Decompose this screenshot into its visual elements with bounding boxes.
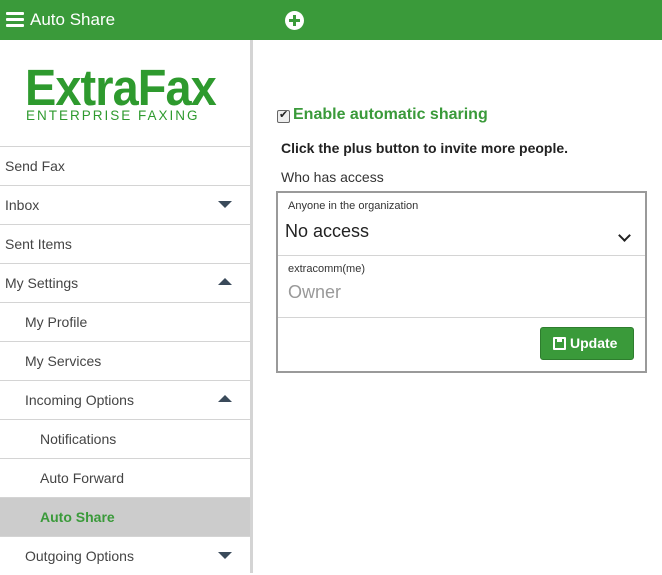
save-icon [553,337,566,350]
access-panel: Anyone in the organization No access ext… [276,191,647,373]
sidebar-item-auto-forward[interactable]: Auto Forward [0,458,250,497]
sidebar-item-outgoing-options[interactable]: Outgoing Options [0,536,250,575]
instructions-text: Click the plus button to invite more peo… [281,140,569,156]
access-row-value: No access [285,221,370,241]
sidebar-item-label: Incoming Options [25,392,134,408]
sidebar-item-my-settings[interactable]: My Settings [0,263,250,302]
sidebar-item-incoming-options[interactable]: Incoming Options [0,380,250,419]
sidebar: ExtraFax ENTERPRISE FAXING Send Fax Inbo… [0,40,253,573]
caret-down-icon[interactable] [218,201,232,208]
top-bar: Auto Share [0,0,662,40]
sidebar-item-label: Auto Forward [40,470,125,486]
enable-sharing-checkbox[interactable] [277,108,290,123]
sidebar-item-label: Send Fax [5,158,65,174]
sidebar-item-my-profile[interactable]: My Profile [0,302,250,341]
sidebar-item-label: Auto Share [40,509,115,525]
sidebar-item-label: Inbox [5,197,40,213]
enable-sharing-label[interactable]: Enable automatic sharing [293,106,488,124]
caret-down-icon[interactable] [218,552,232,559]
sidebar-item-label: My Services [25,353,102,369]
sidebar-item-notifications[interactable]: Notifications [0,419,250,458]
access-row-label: extracomm(me) [288,263,366,275]
caret-up-icon[interactable] [218,395,232,402]
sidebar-item-label: My Settings [5,275,79,291]
who-has-access-label: Who has access [281,169,384,185]
chevron-down-icon[interactable] [618,229,631,242]
caret-up-icon[interactable] [218,278,232,285]
update-button-label: Update [570,335,618,351]
logo-tagline: ENTERPRISE FAXING [26,108,200,123]
sidebar-item-sent-items[interactable]: Sent Items [0,224,250,263]
plus-circle-icon[interactable] [285,11,304,30]
sidebar-item-label: My Profile [25,314,88,330]
sidebar-item-send-fax[interactable]: Send Fax [0,146,250,185]
sidebar-item-auto-share[interactable]: Auto Share [0,497,250,536]
extrafax-logo: ExtraFax ENTERPRISE FAXING [25,59,225,126]
access-row-label: Anyone in the organization [288,200,419,212]
sidebar-item-label: Outgoing Options [25,548,134,564]
sidebar-item-label: Sent Items [5,236,72,252]
update-button[interactable]: Update [540,327,634,360]
organization-access-select[interactable]: Anyone in the organization No access [278,193,645,256]
main-content: Enable automatic sharing Click the plus … [253,40,662,573]
sidebar-item-my-services[interactable]: My Services [0,341,250,380]
sidebar-item-inbox[interactable]: Inbox [0,185,250,224]
owner-access-row: extracomm(me) Owner [278,256,645,318]
sidebar-item-label: Notifications [40,431,117,447]
sidebar-nav: Send Fax Inbox Sent Items My Settings My… [0,146,250,575]
access-row-value: Owner [288,282,342,302]
page-title: Auto Share [30,10,116,29]
hamburger-menu-icon[interactable] [6,12,24,28]
